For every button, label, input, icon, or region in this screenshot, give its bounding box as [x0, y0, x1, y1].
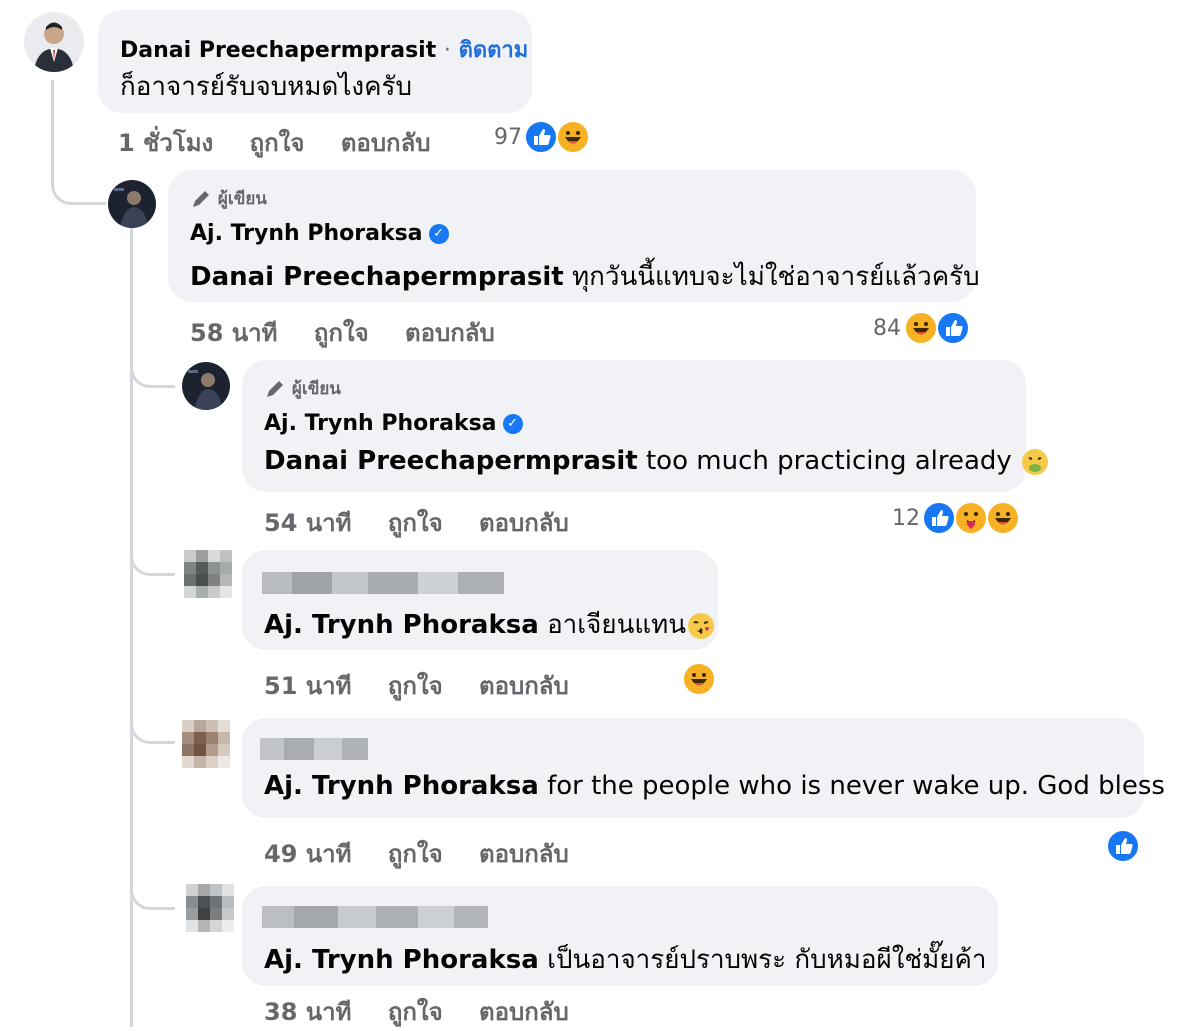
- comment-author-line: Aj. Trynh Phoraksa ✓: [264, 411, 523, 436]
- comment-text: อาเจียนแทน: [547, 610, 687, 640]
- follow-button[interactable]: ติดตาม: [459, 38, 529, 63]
- blurred-author-name: [262, 906, 488, 928]
- author-tag-label: ผู้เขียน: [217, 189, 267, 209]
- like-icon: [524, 120, 558, 154]
- separator: ·: [443, 38, 451, 63]
- like-button[interactable]: ถูกใจ: [314, 319, 369, 347]
- comment-text-line: Aj. Trynh Phoraksa อาเจียนแทน: [264, 604, 716, 645]
- comment-author-line: Danai Preechapermprasit · ติดตาม: [120, 32, 528, 67]
- laugh-icon: [682, 662, 716, 696]
- verified-badge-icon: ✓: [502, 414, 523, 434]
- laugh-icon: [904, 311, 938, 345]
- thread-curve-4: [130, 700, 175, 744]
- comment-author[interactable]: Aj. Trynh Phoraksa: [190, 221, 423, 246]
- comment-author[interactable]: Aj. Trynh Phoraksa: [264, 411, 497, 436]
- reply-button[interactable]: ตอบกลับ: [479, 509, 569, 537]
- comment-actions: 1 ชั่วโมง ถูกใจ ตอบกลับ: [118, 123, 459, 162]
- like-icon: [1106, 829, 1140, 863]
- comment-time[interactable]: 58 นาที: [190, 319, 277, 347]
- like-icon: [922, 501, 956, 535]
- avatar[interactable]: [24, 12, 84, 72]
- comment-text: for the people who is never wake up. God…: [547, 771, 1165, 801]
- author-badge: ผู้เขียน: [264, 375, 341, 402]
- reaction-count[interactable]: 84: [873, 316, 901, 341]
- comment-author[interactable]: Danai Preechapermprasit: [120, 38, 436, 63]
- verified-badge-icon: ✓: [428, 224, 449, 244]
- kissing-emoji-icon: [688, 612, 715, 639]
- comment-time[interactable]: 38 นาที: [264, 998, 351, 1026]
- mention-link[interactable]: Danai Preechapermprasit: [190, 262, 564, 292]
- thread-curve-2: [130, 340, 175, 388]
- blurred-author-name: [262, 572, 504, 594]
- comment-time[interactable]: 1 ชั่วโมง: [118, 129, 213, 157]
- mention-link[interactable]: Aj. Trynh Phoraksa: [264, 771, 539, 801]
- comment-time[interactable]: 49 นาที: [264, 840, 351, 868]
- nauseated-emoji-icon: [1022, 448, 1049, 475]
- thread-curve-1: [51, 150, 106, 205]
- reply-button[interactable]: ตอบกลับ: [405, 319, 495, 347]
- like-button[interactable]: ถูกใจ: [388, 840, 443, 868]
- avatar[interactable]: [182, 362, 230, 410]
- avatar[interactable]: [182, 720, 230, 768]
- like-button[interactable]: ถูกใจ: [388, 509, 443, 537]
- reply-button[interactable]: ตอบกลับ: [341, 129, 431, 157]
- pencil-icon: [193, 191, 209, 207]
- comment-text-line: Danai Preechapermprasit too much practic…: [264, 446, 1050, 477]
- comment-text-line: Aj. Trynh Phoraksa เป็นอาจารย์ปราบพระ กั…: [264, 939, 986, 980]
- blurred-author-name: [260, 738, 368, 760]
- like-icon: [936, 311, 970, 345]
- comment-actions: 38 นาที ถูกใจ ตอบกลับ: [264, 992, 597, 1031]
- comment-actions: 58 นาที ถูกใจ ตอบกลับ: [190, 313, 523, 352]
- thread-curve-3: [130, 530, 175, 576]
- mention-link[interactable]: Aj. Trynh Phoraksa: [264, 945, 539, 975]
- care-icon: [954, 501, 988, 535]
- like-button[interactable]: ถูกใจ: [250, 129, 305, 157]
- avatar[interactable]: [108, 180, 156, 228]
- mention-link[interactable]: Aj. Trynh Phoraksa: [264, 610, 539, 640]
- comment-text-line: Danai Preechapermprasit ทุกวันนี้แทบจะไม…: [190, 256, 980, 297]
- comment-time[interactable]: 51 นาที: [264, 672, 351, 700]
- laugh-icon: [986, 501, 1020, 535]
- comment-text: ทุกวันนี้แทบจะไม่ใช่อาจารย์แล้วครับ: [571, 262, 980, 292]
- laugh-icon: [556, 120, 590, 154]
- reply-button[interactable]: ตอบกลับ: [479, 672, 569, 700]
- avatar[interactable]: [184, 550, 232, 598]
- comment-actions: 54 นาที ถูกใจ ตอบกลับ: [264, 503, 597, 542]
- pencil-icon: [267, 381, 283, 397]
- comment-time[interactable]: 54 นาที: [264, 509, 351, 537]
- comment-actions: 51 นาที ถูกใจ ตอบกลับ: [264, 666, 597, 705]
- reaction-count[interactable]: 97: [494, 125, 522, 150]
- comment-text: too much practicing already: [645, 446, 1012, 476]
- reaction-count[interactable]: 12: [892, 506, 920, 531]
- comment-text-line: Aj. Trynh Phoraksa for the people who is…: [264, 771, 1165, 801]
- comment-author-line: Aj. Trynh Phoraksa ✓: [190, 221, 449, 246]
- author-tag-label: ผู้เขียน: [291, 379, 341, 399]
- like-button[interactable]: ถูกใจ: [388, 672, 443, 700]
- avatar[interactable]: [186, 884, 234, 932]
- reply-button[interactable]: ตอบกลับ: [479, 998, 569, 1026]
- comment-text: เป็นอาจารย์ปราบพระ กับหมอผีใช่มั๊ยค้า: [547, 945, 987, 975]
- comment-bubble: [242, 718, 1144, 818]
- comment-actions: 49 นาที ถูกใจ ตอบกลับ: [264, 834, 597, 873]
- thread-curve-5: [130, 868, 175, 910]
- reply-button[interactable]: ตอบกลับ: [479, 840, 569, 868]
- author-badge: ผู้เขียน: [190, 185, 267, 212]
- mention-link[interactable]: Danai Preechapermprasit: [264, 446, 638, 476]
- like-button[interactable]: ถูกใจ: [388, 998, 443, 1026]
- comment-text: ก็อาจารย์รับจบหมดไงครับ: [120, 72, 412, 102]
